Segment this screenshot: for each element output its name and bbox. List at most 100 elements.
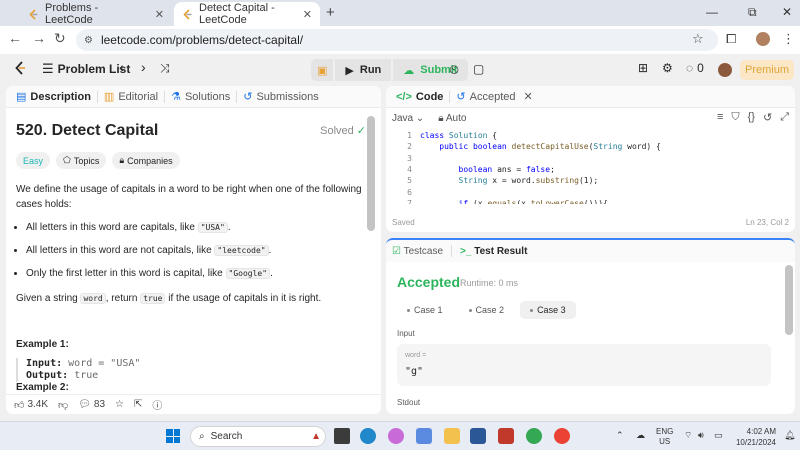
tab-description[interactable]: ▤ Description: [10, 90, 97, 104]
tab-accepted[interactable]: ↺ Accepted ✕: [450, 90, 538, 104]
bookmark-icon[interactable]: ⛉: [731, 111, 739, 124]
tab-title: Detect Capital - LeetCode: [199, 2, 275, 26]
tray-overflow-icon[interactable]: ⌃: [616, 430, 624, 441]
minimize-icon[interactable]: —: [706, 5, 718, 19]
shuffle-icon[interactable]: ⤨: [160, 61, 170, 76]
checkbox-icon: ☑: [392, 245, 401, 257]
debug-button[interactable]: ▣: [311, 59, 334, 81]
cloud-icon[interactable]: ☁: [636, 430, 645, 441]
new-tab-icon[interactable]: +: [326, 4, 335, 21]
timer-icon[interactable]: ⏲: [449, 62, 459, 78]
site-info-icon[interactable]: ⚙: [84, 35, 93, 46]
leetcode-logo-icon[interactable]: [14, 61, 27, 75]
restore-icon[interactable]: ⧉: [748, 5, 757, 20]
history-icon: ↺: [243, 91, 253, 103]
run-button[interactable]: ▶ Run: [335, 59, 392, 81]
dislike-button[interactable]: 👎︎: [58, 399, 68, 411]
braces-icon[interactable]: {}: [748, 111, 755, 124]
store-icon[interactable]: [416, 428, 432, 444]
reset-icon[interactable]: ↺: [763, 111, 772, 124]
close-tab-icon[interactable]: ✕: [155, 8, 164, 21]
line-number: 7: [407, 198, 412, 204]
result-tabs: ☑ Testcase >_ Test Result: [386, 240, 795, 262]
format-icon[interactable]: ≡: [717, 111, 723, 124]
language-indicator[interactable]: ENG US: [656, 427, 673, 447]
topics-badge[interactable]: ⬠ Topics: [56, 152, 107, 169]
case-tab-1[interactable]: Case 1: [397, 301, 453, 319]
reload-icon[interactable]: ↻: [54, 30, 66, 47]
description-scrollbar[interactable]: [367, 116, 375, 231]
prev-problem-icon[interactable]: ‹: [119, 59, 124, 75]
tab-test-result[interactable]: >_ Test Result: [460, 246, 527, 257]
taskbar-search[interactable]: ⌕ Search ▲: [190, 426, 326, 447]
list-item: Only the first letter in this word is ca…: [26, 267, 366, 281]
browser-tab-detect-capital[interactable]: Detect Capital - LeetCode ✕: [174, 2, 320, 26]
case-tab-3[interactable]: Case 3: [520, 301, 576, 319]
extensions-icon[interactable]: ⧠: [726, 31, 736, 47]
settings-gear-icon[interactable]: ⚙: [662, 61, 673, 75]
close-tab-icon[interactable]: ✕: [303, 8, 312, 21]
favorite-button[interactable]: ☆: [115, 399, 124, 410]
windows-start-icon[interactable]: [166, 429, 180, 443]
address-bar[interactable]: ⚙ leetcode.com/problems/detect-capital/: [76, 29, 718, 51]
problem-intro: We define the usage of capitals in a wor…: [16, 184, 362, 210]
search-highlight-icon: ▲: [311, 431, 321, 442]
run-submit-bar: ▣ ▶ Run ☁ Submit: [311, 59, 468, 81]
browser-menu-icon[interactable]: ⋮: [782, 31, 795, 47]
result-scrollbar[interactable]: [785, 265, 793, 335]
language-select[interactable]: Java ⌄: [392, 113, 424, 124]
auto-mode[interactable]: 🔒︎ Auto: [438, 113, 466, 124]
notification-bell-icon[interactable]: 🔔︎: [784, 430, 795, 441]
notes-icon[interactable]: ▢: [473, 62, 484, 76]
close-tab-icon[interactable]: ✕: [524, 90, 533, 103]
problem-title: 520. Detect Capital: [16, 122, 159, 139]
intellij-icon[interactable]: [498, 428, 514, 444]
back-icon[interactable]: ←: [8, 30, 22, 46]
cursor-position: Ln 23, Col 2: [745, 218, 789, 227]
comments-button[interactable]: 💬︎ 83: [78, 399, 105, 410]
problem-list-button[interactable]: ☰ Problem List: [42, 61, 130, 77]
copilot-icon[interactable]: [388, 428, 404, 444]
example-1-title: Example 1:: [16, 339, 69, 350]
wifi-icon[interactable]: ⌔: [684, 430, 692, 441]
tab-testcase[interactable]: ☑ Testcase: [392, 246, 443, 257]
example-2-title: Example 2:: [16, 382, 69, 393]
system-clock[interactable]: 4:02 AM 10/21/2024: [730, 426, 776, 448]
fullscreen-icon[interactable]: ⤢: [780, 111, 789, 124]
browser-tab-problems[interactable]: Problems - LeetCode ✕: [20, 2, 172, 26]
close-window-icon[interactable]: ✕: [782, 5, 792, 19]
layout-icon[interactable]: ⊞: [638, 61, 648, 75]
share-button[interactable]: ⇱: [134, 399, 142, 410]
volume-icon[interactable]: 🔊︎: [698, 430, 704, 441]
difficulty-badge[interactable]: Easy: [16, 152, 51, 169]
like-button[interactable]: 👍︎ 3.4K: [14, 399, 48, 411]
dot-icon: [468, 308, 472, 312]
list-item: All letters in this word are not capital…: [26, 244, 366, 258]
code-icon: </>: [396, 90, 412, 103]
mail-icon[interactable]: [470, 428, 486, 444]
chrome-profile-icon[interactable]: [554, 428, 570, 444]
forward-icon[interactable]: →: [32, 30, 46, 46]
notifications-button[interactable]: ◌ 0: [686, 61, 704, 75]
premium-button[interactable]: Premium: [740, 60, 794, 80]
chrome-icon[interactable]: [526, 428, 542, 444]
help-button[interactable]: ⓘ: [152, 397, 162, 412]
bookmark-star-icon[interactable]: ☆: [692, 31, 704, 47]
book-icon: ▥: [103, 91, 115, 103]
companies-badge[interactable]: 🔒︎ Companies: [112, 152, 180, 169]
file-explorer-icon[interactable]: [444, 428, 460, 444]
next-problem-icon[interactable]: ›: [141, 59, 146, 75]
tab-solutions[interactable]: ⚗ Solutions: [165, 90, 236, 104]
tab-submissions[interactable]: ↺ Submissions: [237, 90, 325, 104]
user-avatar[interactable]: [718, 63, 732, 77]
task-view-icon[interactable]: [334, 428, 350, 444]
fire-icon: ◌: [686, 61, 694, 75]
case-tab-2[interactable]: Case 2: [459, 301, 515, 319]
tab-editorial[interactable]: ▥ Editorial: [98, 90, 164, 104]
line-number: 6: [407, 187, 412, 197]
dot-icon: [530, 308, 534, 312]
profile-avatar[interactable]: [756, 32, 770, 46]
battery-icon[interactable]: ▭: [714, 430, 723, 441]
tab-code[interactable]: </> Code: [390, 91, 449, 103]
edge-icon[interactable]: [360, 428, 376, 444]
